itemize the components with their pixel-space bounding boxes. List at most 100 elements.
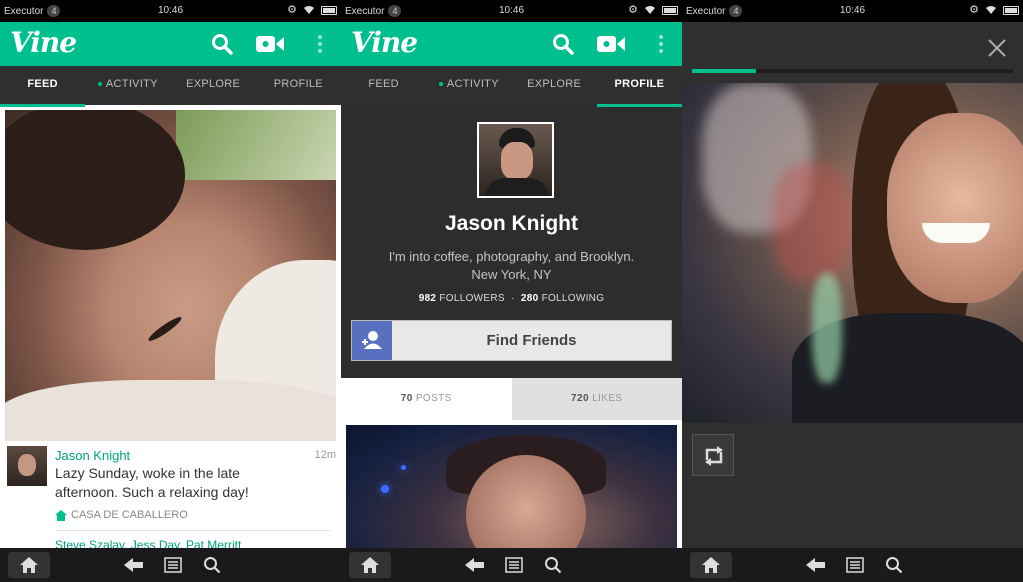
video-camera-icon[interactable] bbox=[596, 33, 626, 55]
tab-explore-label: EXPLORE bbox=[527, 78, 582, 90]
tab-bar: FEED ACTIVITY EXPLORE PROFILE bbox=[0, 66, 341, 107]
add-person-icon bbox=[352, 321, 392, 360]
posts-label: POSTS bbox=[415, 393, 452, 404]
status-icons: ⚙ bbox=[969, 4, 1019, 16]
menu-icon[interactable] bbox=[164, 557, 182, 573]
posts-count: 70 bbox=[400, 393, 413, 404]
post-location-label: CASA DE CABALLERO bbox=[71, 509, 188, 521]
tab-activity-label: ACTIVITY bbox=[446, 78, 499, 90]
home-button[interactable] bbox=[349, 552, 391, 578]
search-icon[interactable] bbox=[544, 556, 562, 574]
search-icon[interactable] bbox=[885, 556, 903, 574]
camera-preview[interactable] bbox=[682, 83, 1023, 423]
tab-feed[interactable]: FEED bbox=[341, 66, 426, 105]
post-caption: Lazy Sunday, woke in the late afternoon.… bbox=[55, 465, 249, 500]
followers-link[interactable]: 982 FOLLOWERS bbox=[419, 293, 505, 304]
status-icons: ⚙ bbox=[628, 4, 678, 16]
video-viewer-screen: Executor 4 10:46 ⚙ bbox=[682, 0, 1023, 582]
back-icon[interactable] bbox=[124, 557, 144, 573]
followers-count: 982 bbox=[418, 293, 437, 304]
search-icon[interactable] bbox=[203, 556, 221, 574]
menu-icon[interactable] bbox=[505, 557, 523, 573]
back-icon[interactable] bbox=[806, 557, 826, 573]
light-bokeh bbox=[381, 485, 389, 493]
hair-shape bbox=[5, 110, 185, 250]
following-count: 280 bbox=[520, 293, 539, 304]
post-video-thumbnail[interactable] bbox=[5, 110, 336, 441]
search-icon[interactable] bbox=[552, 33, 574, 55]
video-camera-icon[interactable] bbox=[255, 33, 285, 55]
smile-shape bbox=[922, 223, 990, 243]
home-icon bbox=[361, 557, 379, 573]
tab-bar: FEED ACTIVITY EXPLORE PROFILE bbox=[341, 66, 682, 107]
wifi-icon bbox=[986, 6, 996, 14]
stats-separator: · bbox=[511, 293, 515, 304]
home-icon bbox=[702, 557, 720, 573]
tab-profile-label: PROFILE bbox=[273, 78, 323, 90]
find-friends-label: Find Friends bbox=[486, 332, 577, 349]
divider bbox=[55, 530, 331, 531]
tab-likes[interactable]: 720 LIKES bbox=[511, 378, 682, 420]
tab-activity-label: ACTIVITY bbox=[105, 78, 158, 90]
tab-activity[interactable]: ACTIVITY bbox=[426, 66, 511, 105]
face-shape bbox=[887, 113, 1023, 303]
tab-profile[interactable]: PROFILE bbox=[256, 66, 341, 105]
tab-explore[interactable]: EXPLORE bbox=[512, 66, 597, 105]
profile-avatar[interactable] bbox=[477, 122, 554, 198]
status-bar: Executor 4 10:46 ⚙ bbox=[341, 0, 682, 22]
wifi-icon bbox=[304, 6, 314, 14]
back-icon[interactable] bbox=[465, 557, 485, 573]
light-bokeh bbox=[401, 465, 406, 470]
battery-icon bbox=[662, 5, 678, 15]
overflow-menu-icon[interactable] bbox=[658, 33, 664, 55]
gear-icon: ⚙ bbox=[969, 4, 979, 16]
likes-label: LIKES bbox=[592, 393, 623, 404]
find-friends-button[interactable]: Find Friends bbox=[351, 320, 672, 361]
followers-label: FOLLOWERS bbox=[439, 293, 505, 304]
app-bar: Vine bbox=[0, 22, 341, 66]
tab-feed-label: FEED bbox=[368, 78, 399, 90]
home-button[interactable] bbox=[690, 552, 732, 578]
post-timestamp: 12m bbox=[314, 449, 336, 461]
switch-camera-icon bbox=[705, 446, 723, 466]
tab-feed-label: FEED bbox=[27, 78, 58, 90]
profile-stats: 982 FOLLOWERS · 280 FOLLOWING bbox=[341, 293, 682, 304]
gear-icon: ⚙ bbox=[287, 4, 297, 16]
sheet-shape bbox=[5, 380, 336, 441]
recording-progress-bar bbox=[692, 69, 1013, 73]
tab-feed[interactable]: FEED bbox=[0, 66, 86, 107]
app-bar: Vine bbox=[341, 22, 682, 66]
post-author-name[interactable]: Jason Knight bbox=[55, 448, 130, 463]
battery-icon bbox=[321, 5, 337, 15]
tab-explore[interactable]: EXPLORE bbox=[171, 66, 256, 105]
post-video-thumbnail[interactable] bbox=[346, 425, 677, 548]
close-icon[interactable] bbox=[987, 38, 1007, 58]
overflow-menu-icon[interactable] bbox=[317, 33, 323, 55]
following-link[interactable]: 280 FOLLOWING bbox=[521, 293, 604, 304]
status-bar: Executor 4 10:46 ⚙ bbox=[0, 0, 341, 22]
background-plant bbox=[176, 110, 336, 180]
home-button[interactable] bbox=[8, 552, 50, 578]
battery-icon bbox=[1003, 5, 1019, 15]
recording-progress-fill bbox=[692, 69, 757, 73]
vine-logo: Vine bbox=[10, 26, 77, 59]
post-location[interactable]: CASA DE CABALLERO bbox=[55, 509, 188, 521]
switch-camera-button[interactable] bbox=[692, 434, 734, 476]
search-icon[interactable] bbox=[211, 33, 233, 55]
author-avatar[interactable] bbox=[7, 446, 47, 486]
tab-posts[interactable]: 70 POSTS bbox=[341, 378, 512, 420]
wifi-icon bbox=[645, 6, 655, 14]
menu-icon[interactable] bbox=[846, 557, 864, 573]
tab-profile[interactable]: PROFILE bbox=[596, 66, 682, 107]
background-blur bbox=[772, 163, 852, 283]
likes-count: 720 bbox=[571, 393, 589, 404]
status-icons: ⚙ bbox=[287, 4, 337, 16]
tab-profile-label: PROFILE bbox=[614, 78, 665, 90]
post-details: Jason Knight 12m Lazy Sunday, woke in th… bbox=[5, 444, 336, 552]
profile-location: New York, NY bbox=[471, 267, 552, 282]
tab-activity[interactable]: ACTIVITY bbox=[85, 66, 170, 105]
profile-screen: Executor 4 10:46 ⚙ Vine FEED ACTIVITY EXP… bbox=[341, 0, 682, 582]
home-location-icon bbox=[55, 509, 67, 521]
status-bar: Executor 4 10:46 ⚙ bbox=[682, 0, 1023, 22]
activity-dot-icon bbox=[438, 82, 443, 87]
